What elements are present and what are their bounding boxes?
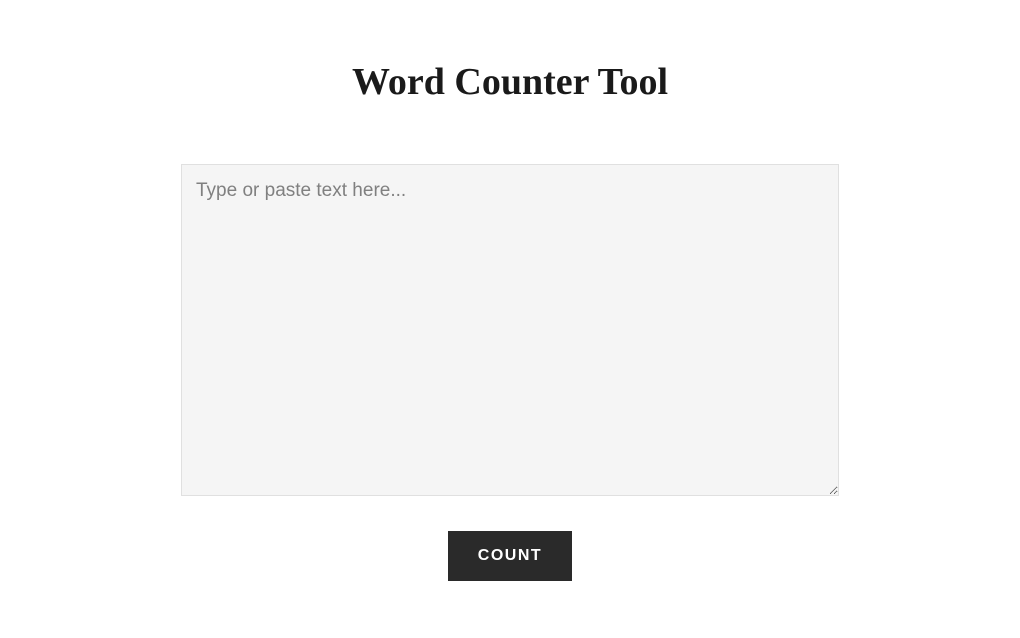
text-input[interactable] <box>181 164 839 496</box>
textarea-wrapper <box>181 164 839 501</box>
page-title: Word Counter Tool <box>352 60 668 104</box>
count-button[interactable]: COUNT <box>448 531 572 581</box>
